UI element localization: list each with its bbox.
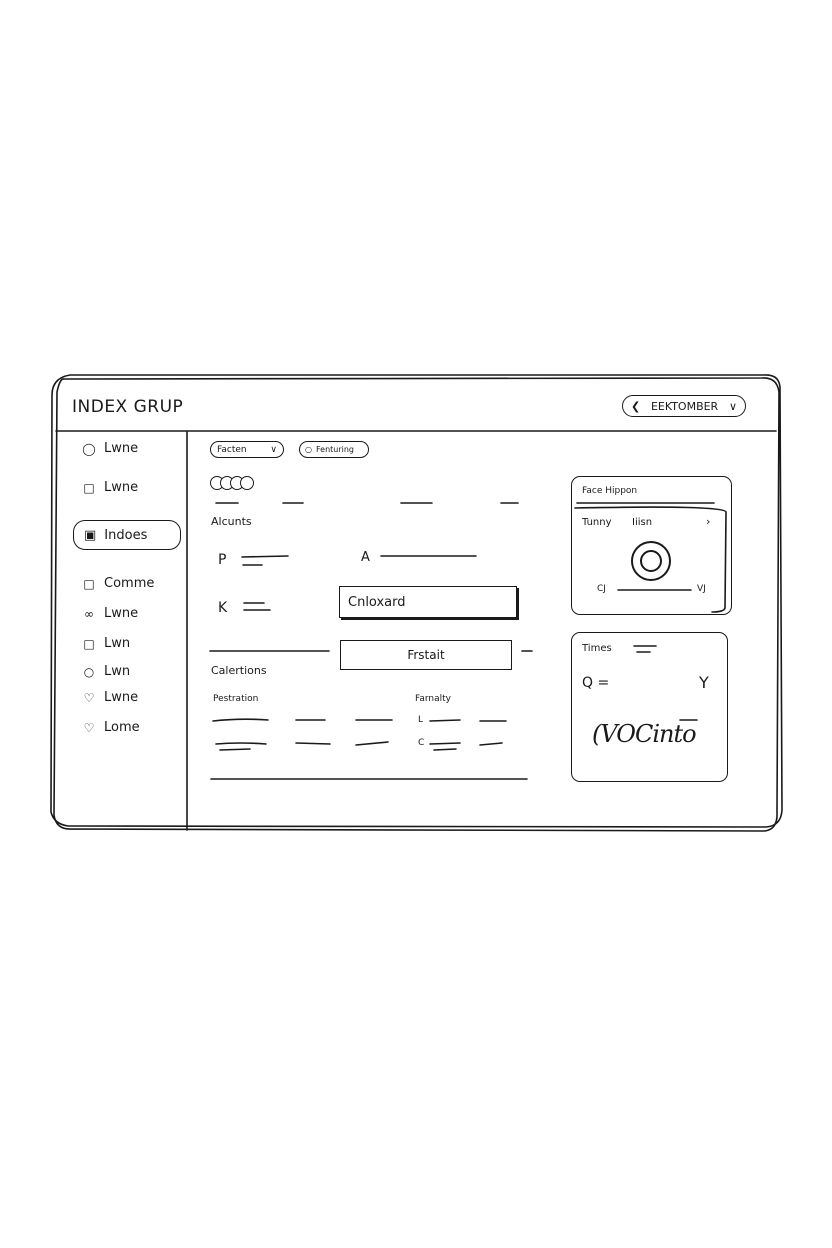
sidebar-item-label: Lwne <box>104 480 139 495</box>
button-label: Frstait <box>407 648 445 662</box>
sidebar-item-lwne-1[interactable]: ◯ Lwne <box>82 441 138 456</box>
dial-knob[interactable] <box>631 541 671 581</box>
sidebar-item-lwn-2[interactable]: ○ Lwn <box>82 664 130 679</box>
sidebar-item-label: Lwne <box>104 606 139 621</box>
face-right-label: Iiisn <box>632 517 653 528</box>
radio-icon: ○ <box>305 445 312 454</box>
dropdown-label: Facten <box>217 444 247 455</box>
slider-min-label: CJ <box>597 584 606 594</box>
month-selector[interactable]: ❮ EEKTOMBER ∨ <box>622 395 746 417</box>
face-left-label: Tunny <box>582 517 612 528</box>
segmented-toggle[interactable] <box>210 476 254 490</box>
face-card-title: Face Hippon <box>582 486 638 496</box>
chat-icon: □ <box>83 576 95 591</box>
filter-label: Fenturing <box>315 445 355 454</box>
times-card <box>571 632 728 782</box>
sidebar-item-lwn-1[interactable]: □ Lwn <box>82 636 130 651</box>
sidebar-item-indoes[interactable]: ▣ Indoes <box>73 520 181 550</box>
heart-icon: ♡ <box>83 690 95 705</box>
clipboard-icon: □ <box>83 636 95 651</box>
wireframe-outline <box>50 374 783 832</box>
table-row-marker: C <box>418 738 425 748</box>
calculations-heading: Calertions <box>211 664 267 677</box>
sidebar-item-label: Lwne <box>104 441 139 456</box>
filter-toggle[interactable]: ○ Fenturing <box>299 441 369 458</box>
bookmark-icon: □ <box>83 480 95 495</box>
lock-icon: ▣ <box>84 527 97 543</box>
heart-icon: ♡ <box>83 720 95 735</box>
month-label: EEKTOMBER <box>650 399 719 413</box>
sidebar-item-label: Lwn <box>104 636 131 651</box>
segment-4[interactable] <box>240 476 254 490</box>
sidebar-item-label: Indoes <box>104 527 148 543</box>
tag-icon: ◯ <box>82 441 96 456</box>
sidebar-item-label: Comme <box>104 576 155 591</box>
chevron-down-icon[interactable]: ∨ <box>729 400 737 413</box>
table-row-marker: L <box>418 715 424 725</box>
sidebar-item-comme[interactable]: □ Comme <box>82 576 154 591</box>
sidebar-item-label: Lwne <box>104 690 139 705</box>
sidebar-item-label: Lwn <box>104 664 131 679</box>
chevron-left-icon[interactable]: ❮ <box>631 400 640 413</box>
app-title: INDEX GRUP <box>72 397 184 417</box>
field-a-label: A <box>361 550 370 565</box>
accounts-heading: Alcunts <box>211 515 252 528</box>
times-y-label: Y <box>699 673 709 692</box>
sidebar-item-label: Lome <box>104 720 140 735</box>
clock-icon: ○ <box>83 664 95 679</box>
table-header-col2: Farnalty <box>415 694 451 704</box>
sidebar-item-lome[interactable]: ♡ Lome <box>82 720 140 735</box>
times-card-title: Times <box>582 643 612 654</box>
sidebar-item-lwne-3[interactable]: ∞ Lwne <box>82 606 138 621</box>
signature-text: (VOCinto <box>592 720 697 748</box>
sidebar-item-lwne-4[interactable]: ♡ Lwne <box>82 690 139 705</box>
facet-dropdown[interactable]: Facten ∨ <box>210 441 284 458</box>
chevron-down-icon: ∨ <box>270 444 277 455</box>
chevron-right-icon[interactable]: › <box>706 516 710 527</box>
field-k-label: K <box>218 600 228 616</box>
table-header-col1: Pestration <box>213 694 259 704</box>
link-icon: ∞ <box>84 606 94 621</box>
times-q-label: Q = <box>582 675 610 691</box>
start-button[interactable]: Frstait <box>340 640 512 670</box>
field-p-label: P <box>218 552 227 568</box>
slider-max-label: VJ <box>697 584 706 594</box>
account-input[interactable]: Cnloxard <box>339 586 517 618</box>
input-value: Cnloxard <box>348 594 406 610</box>
sidebar-item-lwne-2[interactable]: □ Lwne <box>82 480 138 495</box>
